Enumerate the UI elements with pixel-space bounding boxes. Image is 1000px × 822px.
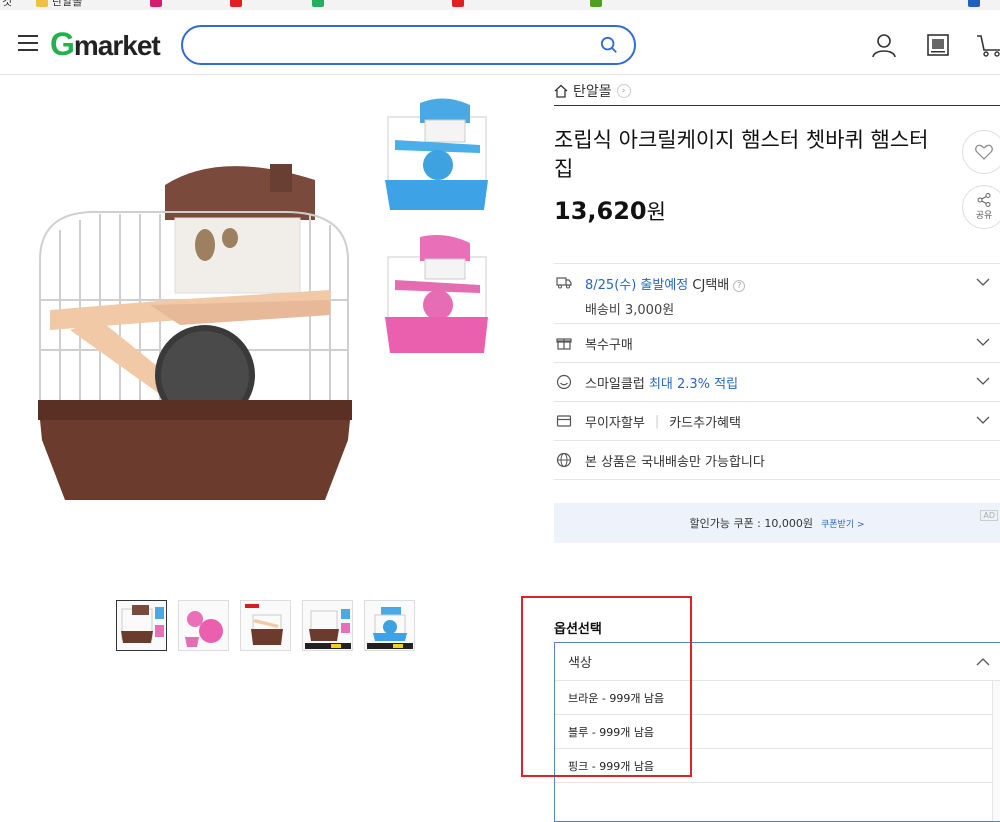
cart-icon[interactable] bbox=[976, 32, 1000, 58]
product-price: 13,620원 bbox=[554, 197, 666, 225]
bookmark-icon bbox=[230, 0, 242, 7]
chevron-down-icon bbox=[976, 377, 990, 385]
smile-club-row[interactable]: 스마일클럽 최대 2.3% 적립 bbox=[554, 362, 1000, 401]
bookmark-item[interactable] bbox=[968, 0, 980, 8]
delivery-info: 8/25(수) 출발예정 CJ택배? 배송비 3,000원 bbox=[585, 274, 746, 318]
wishlist-button[interactable] bbox=[962, 130, 1000, 174]
delivery-carrier: CJ택배 bbox=[692, 278, 730, 293]
pink-variant-image[interactable] bbox=[380, 235, 490, 355]
shop-name: 탄알몰 bbox=[573, 84, 612, 100]
chevron-down-icon bbox=[976, 416, 990, 424]
help-icon[interactable]: ? bbox=[733, 279, 746, 292]
bookmark-item[interactable] bbox=[230, 0, 242, 8]
ad-badge: AD bbox=[980, 510, 998, 521]
recent-viewed-icon[interactable] bbox=[926, 32, 952, 58]
divider bbox=[554, 479, 1000, 480]
delivery-date: 8/25(수) 출발예정 bbox=[585, 278, 689, 293]
share-icon bbox=[977, 193, 991, 207]
bookmark-item[interactable] bbox=[452, 0, 464, 8]
domestic-shipping-row: 본 상품은 국내배송만 가능합니다 bbox=[554, 440, 1000, 479]
smile-icon bbox=[556, 374, 572, 390]
search-box bbox=[181, 25, 636, 65]
main-product-image[interactable] bbox=[30, 150, 360, 530]
card-benefit-row[interactable]: 무이자할부 | 카드추가혜택 bbox=[554, 401, 1000, 440]
delivery-fee: 배송비 3,000원 bbox=[585, 303, 675, 318]
home-icon bbox=[554, 84, 568, 98]
option-scrollbar[interactable] bbox=[992, 681, 1000, 821]
chevron-down-icon bbox=[976, 338, 990, 346]
bookmark-icon bbox=[452, 0, 464, 7]
search-input[interactable] bbox=[201, 27, 591, 61]
get-coupon-link[interactable]: 쿠폰받기 > bbox=[821, 517, 865, 530]
highlight-annotation-box bbox=[521, 596, 692, 777]
bookmark-icon bbox=[968, 0, 980, 7]
hamburger-menu-icon[interactable] bbox=[18, 35, 38, 51]
globe-icon bbox=[556, 452, 572, 468]
heart-icon bbox=[975, 144, 993, 160]
thumbnail-brown[interactable] bbox=[116, 600, 167, 651]
bookmark-item[interactable] bbox=[150, 0, 162, 8]
bookmark-item[interactable]: 탄알몰 bbox=[36, 0, 82, 8]
site-header: Gmarket bbox=[0, 10, 1000, 75]
gmarket-logo[interactable]: Gmarket bbox=[50, 26, 161, 63]
bookmark-item[interactable]: 것 bbox=[2, 0, 12, 8]
bookmarks-bar: 것 탄알몰 bbox=[0, 0, 1000, 10]
bookmark-icon bbox=[590, 0, 602, 7]
bookmark-icon bbox=[312, 0, 324, 7]
card-icon bbox=[556, 415, 572, 427]
chevron-down-icon bbox=[976, 278, 990, 286]
benefit-rows: 8/25(수) 출발예정 CJ택배? 배송비 3,000원 복수구매 스마일클럽… bbox=[554, 263, 1000, 480]
bookmark-icon bbox=[150, 0, 162, 7]
chevron-right-icon: › bbox=[616, 84, 631, 98]
folder-icon bbox=[36, 0, 48, 7]
thumbnail-wheel[interactable] bbox=[240, 600, 291, 651]
truck-icon bbox=[556, 277, 572, 289]
blue-variant-image[interactable] bbox=[380, 95, 490, 215]
coupon-banner[interactable]: 할인가능 쿠폰 : 10,000원 쿠폰받기 > AD bbox=[554, 503, 1000, 543]
divider bbox=[554, 105, 1000, 106]
thumbnail-assembly[interactable] bbox=[302, 600, 353, 651]
thumbnail-pink[interactable] bbox=[178, 600, 229, 651]
shop-link[interactable]: 탄알몰 › bbox=[554, 81, 631, 101]
chevron-up-icon bbox=[976, 658, 990, 666]
share-button[interactable]: 공유 bbox=[962, 185, 1000, 229]
product-title: 조립식 아크릴케이지 햄스터 쳇바퀴 햄스터집 bbox=[554, 128, 929, 181]
multi-buy-row[interactable]: 복수구매 bbox=[554, 323, 1000, 362]
gift-icon bbox=[556, 338, 572, 350]
thumbnail-strip bbox=[116, 600, 415, 651]
bookmark-item[interactable] bbox=[312, 0, 324, 8]
thumbnail-blue[interactable] bbox=[364, 600, 415, 651]
user-icon[interactable] bbox=[871, 32, 897, 58]
bookmark-item[interactable] bbox=[590, 0, 602, 8]
delivery-row[interactable]: 8/25(수) 출발예정 CJ택배? 배송비 3,000원 bbox=[554, 263, 1000, 323]
search-icon[interactable] bbox=[600, 36, 618, 54]
